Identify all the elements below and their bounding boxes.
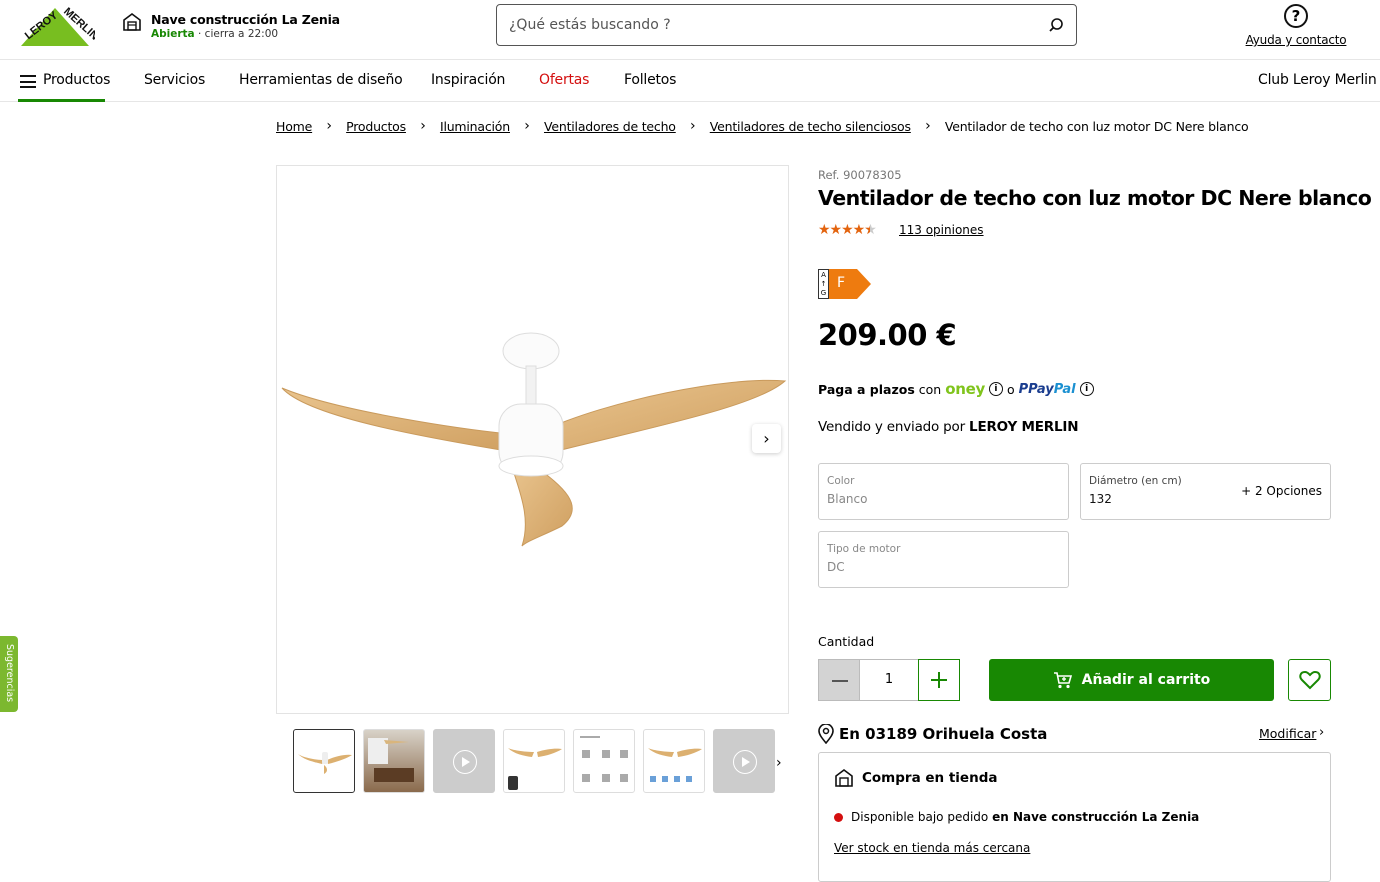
quantity-decrease-button[interactable] [818, 659, 860, 701]
product-image-main[interactable] [276, 165, 789, 714]
store-name: Nave construcción La Zenia [151, 12, 340, 27]
breadcrumb-iluminacion[interactable]: Iluminación [440, 119, 510, 134]
breadcrumb: Home › Productos › Iluminación › Ventila… [276, 118, 1249, 134]
nav-inspiracion[interactable]: Inspiración [431, 72, 505, 88]
store-icon [835, 769, 853, 787]
thumbnail-strip [293, 729, 775, 793]
thumbnail-video-2[interactable] [713, 729, 775, 793]
chevron-right-icon: › [925, 118, 931, 134]
nav-servicios[interactable]: Servicios [144, 72, 205, 88]
quantity-label: Cantidad [818, 634, 875, 649]
leroy-merlin-logo[interactable]: LEROY MERLIN [15, 2, 95, 52]
thumbnail-5[interactable] [643, 729, 705, 793]
search-icon[interactable] [1048, 17, 1064, 33]
search-bar [496, 4, 1077, 46]
rating-stars: ★★★★★★ [818, 222, 877, 238]
availability-status: Disponible bajo pedido en Nave construcc… [834, 810, 1199, 824]
breadcrumb-silenciosos[interactable]: Ventiladores de techo silenciosos [710, 119, 911, 134]
store-availability-box: Compra en tienda Disponible bajo pedido … [818, 752, 1331, 882]
search-input[interactable] [509, 17, 1048, 33]
help-contact-link[interactable]: ? Ayuda y contacto [1241, 4, 1351, 47]
motor-select[interactable]: Tipo de motor DC [818, 531, 1069, 588]
main-nav: Productos Servicios Herramientas de dise… [0, 60, 1380, 102]
nav-active-indicator [18, 99, 105, 102]
thumbnail-3[interactable] [503, 729, 565, 793]
nav-ofertas[interactable]: Ofertas [539, 72, 589, 88]
breadcrumb-home[interactable]: Home [276, 119, 312, 134]
breadcrumb-productos[interactable]: Productos [346, 119, 406, 134]
quantity-increase-button[interactable] [918, 659, 960, 701]
add-to-cart-label: Añadir al carrito [1081, 672, 1211, 688]
thumbnail-video-1[interactable] [433, 729, 495, 793]
reviews-link[interactable]: 113 opiniones [899, 223, 984, 237]
store-status: Abierta [151, 28, 195, 40]
play-icon [453, 750, 477, 774]
cart-icon [1053, 672, 1072, 689]
add-to-cart-button[interactable]: Añadir al carrito [989, 659, 1274, 701]
nav-club[interactable]: Club Leroy Merlin [1258, 72, 1377, 88]
energy-label[interactable]: A ↑ G F [818, 269, 871, 299]
thumbnail-4[interactable] [573, 729, 635, 793]
suggestions-tab[interactable]: Sugerencias [0, 636, 18, 712]
chevron-right-icon: › [326, 118, 332, 134]
paypal-logo: PPayPal [1018, 381, 1076, 397]
product-title: Ventilador de techo con luz motor DC Ner… [818, 186, 1372, 210]
diameter-select[interactable]: Diámetro (en cm) 132 + 2 Opciones [1080, 463, 1331, 520]
quantity-input[interactable]: 1 [860, 659, 918, 701]
play-icon [733, 750, 757, 774]
breadcrumb-current: Ventilador de techo con luz motor DC Ner… [944, 118, 1249, 134]
nav-herramientas[interactable]: Herramientas de diseño [239, 72, 403, 88]
store-hours: · cierra a 22:00 [194, 28, 279, 40]
heart-icon [1298, 670, 1321, 690]
thumbnail-2[interactable] [363, 729, 425, 793]
chevron-right-icon[interactable]: › [776, 755, 782, 771]
financing-info: Paga a plazos con oney i o PPayPal i [818, 380, 1094, 398]
info-icon[interactable]: i [1079, 382, 1094, 396]
location-pin-icon [818, 724, 834, 744]
chevron-right-icon: › [420, 118, 426, 134]
chevron-right-icon: › [690, 118, 696, 134]
breadcrumb-ventiladores[interactable]: Ventiladores de techo [544, 119, 676, 134]
help-icon: ? [1284, 4, 1308, 28]
help-label: Ayuda y contacto [1245, 33, 1347, 47]
energy-class: F [837, 275, 846, 291]
chevron-right-icon: › [1319, 725, 1325, 740]
chevron-right-icon: › [524, 118, 530, 134]
delivery-location: En 03189 Orihuela Costa [818, 724, 1047, 744]
info-icon[interactable]: i [988, 382, 1003, 396]
product-price: 209.00 € [818, 318, 957, 352]
color-select[interactable]: Color Blanco [818, 463, 1069, 520]
ceiling-fan-image [281, 332, 787, 547]
store-purchase-title: Compra en tienda [862, 770, 998, 786]
nav-folletos[interactable]: Folletos [624, 72, 676, 88]
wishlist-button[interactable] [1288, 659, 1331, 701]
nav-productos[interactable]: Productos [43, 72, 110, 88]
thumbnail-1[interactable] [293, 729, 355, 793]
location-text: En 03189 Orihuela Costa [839, 725, 1048, 743]
energy-class-badge: F [829, 269, 871, 299]
modify-location-link[interactable]: Modificar [1259, 726, 1316, 741]
store-icon [123, 13, 141, 31]
chevron-right-icon: › [763, 429, 770, 448]
quantity-stepper: 1 [818, 659, 960, 701]
top-header: LEROY MERLIN Nave construcción La Zenia … [0, 0, 1380, 60]
more-options-link[interactable]: + 2 Opciones [1241, 484, 1322, 498]
status-dot-icon [834, 812, 843, 822]
oney-logo: oney [945, 380, 985, 398]
product-ref: Ref. 90078305 [818, 168, 902, 182]
seller-info: Vendido y enviado por LEROY MERLIN [818, 419, 1079, 435]
suggestions-label: Sugerencias [4, 644, 15, 703]
energy-scale: A ↑ G [818, 269, 829, 299]
store-selector[interactable]: Nave construcción La Zenia Abierta · cie… [122, 12, 340, 40]
menu-icon[interactable] [20, 75, 36, 88]
gallery-next-button[interactable]: › [752, 424, 781, 453]
nearest-store-link[interactable]: Ver stock en tienda más cercana [834, 841, 1030, 855]
